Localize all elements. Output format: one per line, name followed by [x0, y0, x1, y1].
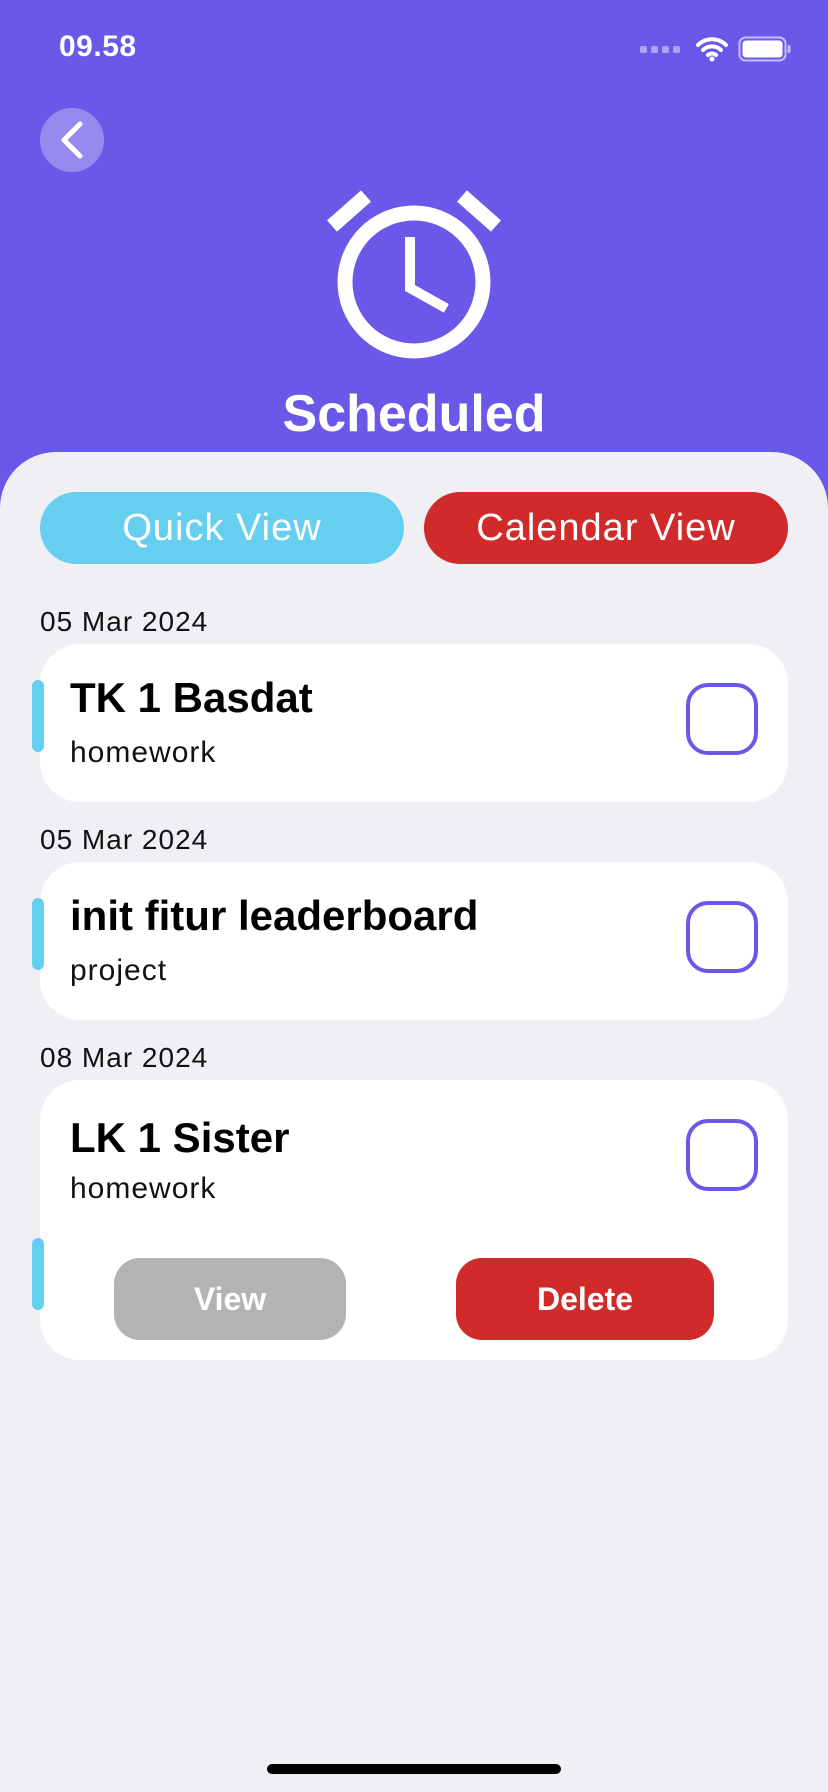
chevron-left-icon [61, 121, 83, 159]
task-date: 05 Mar 2024 [40, 606, 209, 637]
page-title: Scheduled [282, 385, 546, 443]
task-date: 05 Mar 2024 [40, 824, 209, 855]
task-category: homework [70, 736, 217, 769]
task-accent [32, 680, 44, 752]
task-accent [32, 898, 44, 970]
task-category: homework [70, 1172, 217, 1205]
wifi-icon [696, 37, 728, 62]
task-category: project [70, 954, 168, 987]
task-card[interactable]: init fitur leaderboard project [32, 862, 788, 1020]
battery-icon [738, 36, 791, 62]
task-card[interactable]: LK 1 Sister homework View Delete [32, 1080, 788, 1360]
alarm-clock-icon [327, 190, 501, 359]
view-button[interactable]: View [114, 1258, 346, 1340]
task-accent [32, 1238, 44, 1310]
status-icons [640, 36, 792, 62]
header: 09.58 Scheduled [0, 0, 828, 520]
cellular-signal-icon [640, 45, 680, 53]
task-title: LK 1 Sister [70, 1114, 290, 1161]
task-card[interactable]: TK 1 Basdat homework [32, 644, 788, 802]
task-title: TK 1 Basdat [70, 674, 313, 721]
task-date: 08 Mar 2024 [40, 1042, 209, 1073]
delete-button[interactable]: Delete [456, 1258, 714, 1340]
task-checkbox[interactable] [686, 1119, 758, 1191]
calendar-view-button[interactable]: Calendar View [424, 492, 788, 564]
quick-view-button[interactable]: Quick View [40, 492, 404, 564]
task-checkbox[interactable] [686, 683, 758, 755]
status-time: 09.58 [59, 30, 137, 63]
task-title: init fitur leaderboard [70, 892, 479, 939]
home-indicator[interactable] [267, 1764, 561, 1774]
task-checkbox[interactable] [686, 901, 758, 973]
back-button[interactable] [40, 108, 104, 172]
